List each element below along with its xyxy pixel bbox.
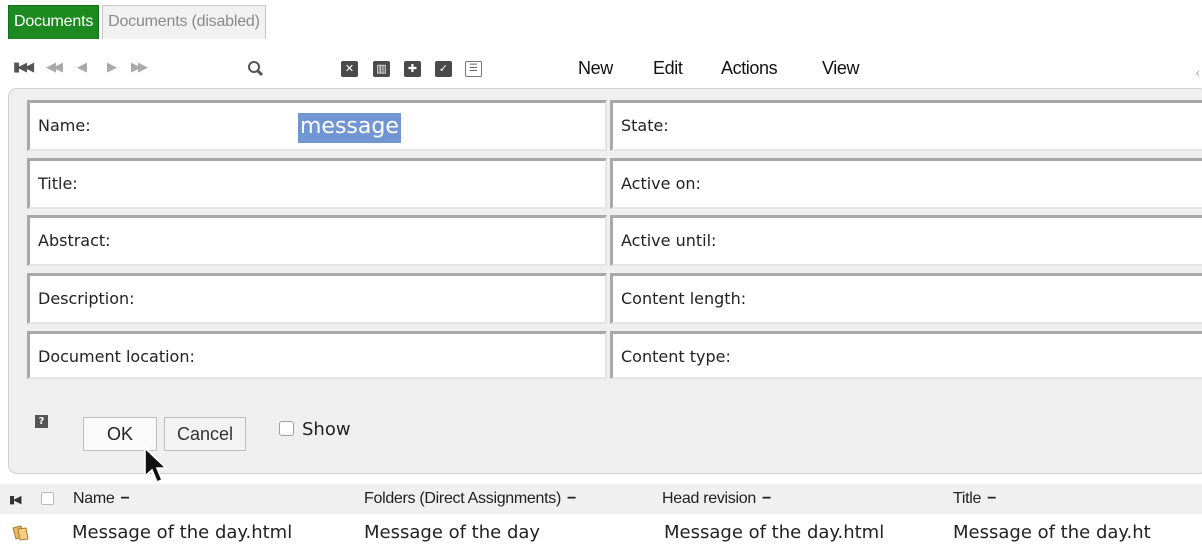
field-label: Abstract:	[38, 231, 111, 250]
truncated-edge: ‹	[1195, 66, 1200, 80]
table-row[interactable]: Message of the day.html Message of the d…	[0, 518, 1202, 548]
sort-icon[interactable]: −	[120, 490, 129, 507]
field-label: State:	[621, 116, 669, 135]
columns-icon[interactable]: ▥	[373, 61, 390, 77]
mouse-cursor-icon	[144, 446, 168, 484]
field-label: Name:	[38, 116, 91, 135]
field-active-on[interactable]: Active on:	[610, 158, 1202, 209]
help-icon[interactable]: ?	[35, 415, 48, 428]
field-label: Title:	[38, 174, 78, 193]
column-header-label: Folders (Direct Assignments)	[364, 490, 561, 507]
field-description[interactable]: Description:	[27, 273, 607, 324]
field-content-type[interactable]: Content type:	[610, 331, 1202, 379]
column-header-label: Head revision	[662, 490, 756, 507]
x-box-icon[interactable]: ✕	[341, 61, 358, 77]
cancel-button[interactable]: Cancel	[164, 417, 246, 451]
cell-head-revision[interactable]: Message of the day.html	[664, 518, 884, 548]
previous-icon[interactable]: ◀	[77, 60, 87, 76]
cross-box-icon[interactable]: ✚	[404, 61, 421, 77]
field-title[interactable]: Title:	[27, 158, 607, 209]
first-page-icon[interactable]: ▮◀◀	[13, 60, 34, 76]
menu-view[interactable]: View	[822, 56, 859, 80]
sort-icon[interactable]: −	[762, 490, 771, 507]
cell-name[interactable]: Message of the day.html	[72, 518, 292, 548]
cell-title: Message of the day.ht	[953, 522, 1151, 543]
field-label: Description:	[38, 289, 135, 308]
document-manager: Documents Documents (disabled) ▮◀◀ ◀◀ ◀ …	[0, 0, 1202, 552]
cell-folders: Message of the day	[364, 522, 541, 543]
field-label: Content length:	[621, 289, 747, 308]
column-header-label: Name	[73, 490, 115, 507]
list-icon[interactable]: ☰	[465, 61, 482, 77]
list-header: ▮◀ Name − Folders (Direct Assignments) − H…	[0, 484, 1202, 514]
show-label: Show	[302, 419, 351, 440]
tab-documents-disabled[interactable]: Documents (disabled)	[102, 5, 266, 39]
field-name[interactable]: Name: message	[27, 100, 607, 151]
previous-page-icon[interactable]: ◀◀	[46, 60, 63, 76]
column-header-head-revision[interactable]: Head revision −	[662, 484, 771, 514]
field-label: Active until:	[621, 231, 717, 250]
search-icon[interactable]	[245, 58, 267, 80]
next-icon[interactable]: ▶	[107, 60, 117, 76]
next-page-icon[interactable]: ▶▶	[131, 60, 148, 76]
menu-actions[interactable]: Actions	[721, 56, 778, 80]
sort-icon[interactable]: −	[567, 490, 576, 507]
column-header-label: Title	[953, 490, 982, 507]
column-header-title[interactable]: Title −	[953, 484, 996, 514]
field-label: Active on:	[621, 174, 701, 193]
field-label: Document location:	[38, 347, 195, 366]
tab-bar: Documents Documents (disabled)	[8, 5, 266, 39]
show-checkbox[interactable]	[279, 421, 294, 436]
toolbar: ▮◀◀ ◀◀ ◀ ▶ ▶▶ ✕ ▥ ✚ ✓ ☰ New Edit Actions…	[0, 50, 1202, 90]
check-box-icon[interactable]: ✓	[435, 61, 452, 77]
field-active-until[interactable]: Active until:	[610, 215, 1202, 266]
tab-documents[interactable]: Documents	[8, 5, 100, 39]
column-header-folders[interactable]: Folders (Direct Assignments) −	[364, 484, 576, 514]
field-label: Content type:	[621, 347, 731, 366]
field-abstract[interactable]: Abstract:	[27, 215, 607, 266]
field-state[interactable]: State:	[610, 100, 1202, 151]
name-input-value[interactable]: message	[298, 113, 401, 143]
documents-icon	[12, 525, 29, 541]
column-header-name[interactable]: Name −	[73, 484, 130, 514]
menu-new[interactable]: New	[578, 56, 613, 80]
select-all-checkbox[interactable]	[41, 492, 54, 505]
field-document-location[interactable]: Document location:	[27, 331, 607, 379]
document-form-panel: Name: message Title: Abstract: Descripti…	[8, 88, 1202, 474]
field-content-length[interactable]: Content length:	[610, 273, 1202, 324]
menu-edit[interactable]: Edit	[653, 56, 683, 80]
sort-icon[interactable]: −	[987, 490, 996, 507]
collapse-panel-icon[interactable]: ▮◀	[9, 493, 21, 506]
